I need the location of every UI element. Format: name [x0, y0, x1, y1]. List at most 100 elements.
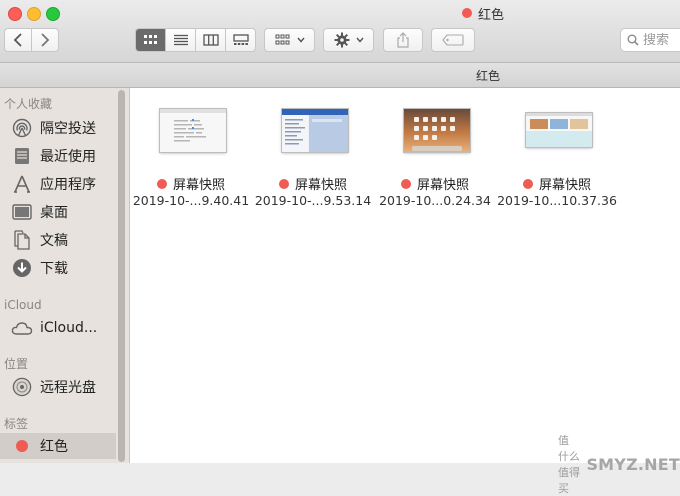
gallery-view-button[interactable]	[225, 29, 255, 51]
screenshot-preview-icon	[160, 109, 226, 152]
navigation-buttons	[4, 28, 59, 52]
sidebar-item-label: 远程光盘	[40, 380, 96, 396]
screenshot-preview-icon	[526, 113, 592, 147]
window-title-text: 红色	[478, 7, 505, 23]
sidebar-item-label: 桌面	[40, 205, 68, 221]
sidebar-item-applications[interactable]: 应用程序	[0, 171, 116, 197]
sidebar-item-label: 最近使用	[40, 149, 96, 165]
path-bar-label: 红色	[476, 69, 501, 83]
sidebar-item-recents[interactable]: 最近使用	[0, 143, 116, 169]
sidebar-item-remote-disc[interactable]: 远程光盘	[0, 374, 116, 400]
sidebar-item-desktop[interactable]: 桌面	[0, 199, 116, 225]
sidebar-item-downloads[interactable]: 下载	[0, 255, 116, 281]
column-view-icon	[202, 34, 219, 46]
search-field[interactable]	[620, 28, 680, 52]
sidebar-item-label: 下载	[40, 261, 68, 277]
path-bar: 红色	[0, 63, 680, 88]
file-date: 2019-10...0.24.34	[379, 193, 491, 208]
airdrop-icon	[11, 117, 33, 139]
file-name: 屏幕快照	[374, 174, 496, 193]
red-tag-dot-icon	[278, 178, 289, 189]
gallery-view-icon	[232, 34, 249, 45]
chevron-left-icon	[13, 33, 22, 47]
applications-icon	[11, 173, 33, 195]
file-date: 2019-10-...9.53.14	[254, 193, 372, 208]
list-view-button[interactable]	[165, 29, 195, 51]
file-date: 2019-10...10.37.36	[497, 193, 617, 208]
chevron-right-icon	[41, 33, 50, 47]
column-view-button[interactable]	[195, 29, 225, 51]
screenshot-preview-icon	[282, 109, 348, 152]
chevron-down-icon	[296, 37, 305, 43]
file-name: 屏幕快照	[496, 174, 618, 193]
red-tag-dot-icon	[11, 435, 33, 457]
share-button[interactable]	[383, 28, 423, 52]
file-name-text: 屏幕快照	[416, 178, 469, 193]
file-thumbnail[interactable]	[526, 113, 592, 147]
file-name-text: 屏幕快照	[172, 178, 225, 193]
gear-icon	[334, 32, 349, 48]
sidebar-item-label: 应用程序	[40, 177, 96, 193]
search-icon	[627, 34, 639, 46]
sidebar: 个人收藏 隔空投送 最近使用 应用程序 桌面 文稿 下载 iCloud iClo…	[0, 88, 130, 463]
remote-disc-icon	[11, 376, 33, 398]
file-item[interactable]: 屏幕快照 2019-10-...9.40.41	[130, 88, 252, 218]
watermark-subtext: 值 什么值得买	[558, 434, 580, 495]
red-tag-dot-icon	[462, 8, 472, 18]
file-thumbnail[interactable]	[404, 109, 470, 152]
back-button[interactable]	[5, 29, 31, 51]
action-button[interactable]	[323, 28, 374, 52]
file-item[interactable]: 屏幕快照 2019-10...10.37.36	[496, 88, 618, 218]
window-toolbar: 红色	[0, 0, 680, 63]
desktop-icon	[11, 201, 33, 223]
sidebar-item-label: 文稿	[40, 233, 68, 249]
sidebar-heading-tags: 标签	[4, 417, 29, 431]
sidebar-item-icloud-drive[interactable]: iCloud...	[0, 315, 116, 341]
icon-view-button[interactable]	[136, 29, 165, 51]
red-tag-dot-icon	[156, 178, 167, 189]
file-name-text: 屏幕快照	[294, 178, 347, 193]
sidebar-heading-locations: 位置	[4, 357, 29, 371]
edit-tags-button[interactable]	[431, 28, 475, 52]
close-window-button[interactable]	[8, 7, 22, 21]
recents-icon	[11, 145, 33, 167]
file-thumbnail[interactable]	[160, 109, 226, 152]
red-tag-dot-icon	[522, 178, 533, 189]
sidebar-item-airdrop[interactable]: 隔空投送	[0, 115, 116, 141]
watermark: 值 什么值得买 SMYZ.NET	[558, 432, 680, 496]
watermark-text: SMYZ.NET	[586, 454, 680, 474]
red-tag-dot-icon	[400, 178, 411, 189]
share-icon	[397, 32, 409, 48]
file-name: 屏幕快照	[252, 174, 374, 193]
file-name: 屏幕快照	[130, 174, 252, 193]
sidebar-scrollbar[interactable]	[118, 90, 125, 462]
sidebar-item-label: 红色	[40, 439, 68, 455]
icon-view-icon	[143, 35, 157, 44]
downloads-icon	[11, 257, 33, 279]
file-date: 2019-10-...9.40.41	[132, 193, 250, 208]
icloud-icon	[11, 317, 33, 339]
minimize-window-button[interactable]	[27, 7, 41, 21]
search-input[interactable]	[643, 32, 680, 48]
sidebar-item-label: 隔空投送	[40, 121, 96, 137]
chevron-down-icon	[355, 37, 364, 43]
file-item[interactable]: 屏幕快照 2019-10...0.24.34	[374, 88, 496, 218]
arrange-grid-icon	[275, 34, 289, 45]
forward-button[interactable]	[31, 29, 58, 51]
desktop-screenshot-preview-icon	[404, 109, 470, 152]
documents-icon	[11, 229, 33, 251]
list-view-icon	[173, 34, 188, 46]
sidebar-heading-favorites: 个人收藏	[4, 97, 53, 111]
file-thumbnail[interactable]	[282, 109, 348, 152]
file-item[interactable]: 屏幕快照 2019-10-...9.53.14	[252, 88, 374, 218]
zoom-window-button[interactable]	[46, 7, 60, 21]
file-name-text: 屏幕快照	[538, 178, 591, 193]
sidebar-item-documents[interactable]: 文稿	[0, 227, 116, 253]
window-title: 红色	[462, 5, 505, 23]
view-mode-selector	[135, 28, 256, 52]
sidebar-heading-icloud: iCloud	[4, 298, 42, 312]
tag-icon	[442, 34, 464, 46]
arrange-button[interactable]	[264, 28, 315, 52]
sidebar-item-label: iCloud...	[40, 320, 98, 336]
sidebar-item-tag-red[interactable]: 红色	[0, 433, 116, 459]
